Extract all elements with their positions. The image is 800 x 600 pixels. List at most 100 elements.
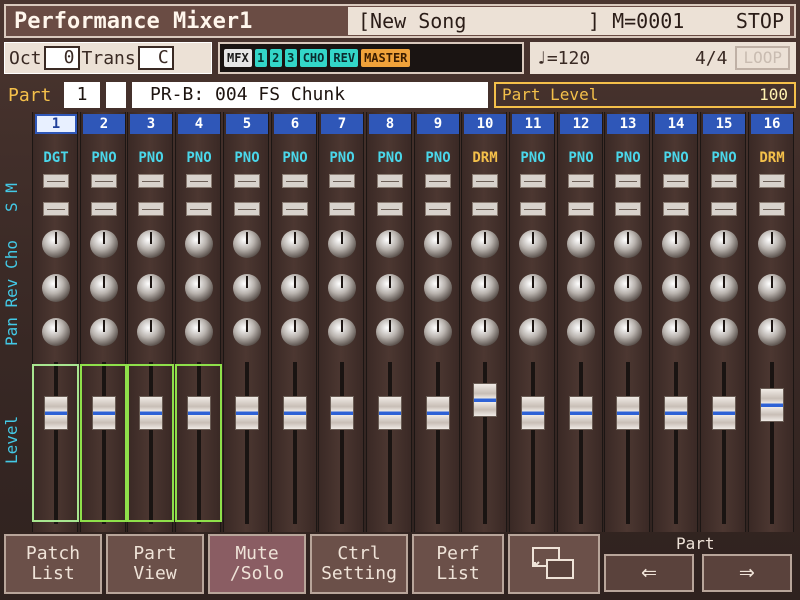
chorus-knob[interactable] <box>185 230 213 258</box>
channel-strip[interactable]: 8 PNO <box>366 112 412 532</box>
level-fader[interactable] <box>760 388 784 422</box>
mute-button[interactable] <box>186 202 212 216</box>
channel-number[interactable]: 6 <box>274 114 316 134</box>
pan-knob[interactable] <box>137 318 165 346</box>
reverb-knob[interactable] <box>137 274 165 302</box>
pan-knob[interactable] <box>710 318 738 346</box>
chorus-knob[interactable] <box>662 230 690 258</box>
channel-number[interactable]: 7 <box>321 114 363 134</box>
channel-number[interactable]: 8 <box>369 114 411 134</box>
perf-list-button[interactable]: Perf List <box>412 534 504 594</box>
fx-cho[interactable]: CHO <box>299 49 328 67</box>
pan-knob[interactable] <box>424 318 452 346</box>
window-toggle-button[interactable] <box>508 534 600 594</box>
reverb-knob[interactable] <box>758 274 786 302</box>
channel-strip[interactable]: 14 PNO <box>652 112 698 532</box>
solo-button[interactable] <box>43 174 69 188</box>
channel-number[interactable]: 11 <box>512 114 554 134</box>
channel-number[interactable]: 13 <box>607 114 649 134</box>
reverb-knob[interactable] <box>233 274 261 302</box>
chorus-knob[interactable] <box>471 230 499 258</box>
chorus-knob[interactable] <box>137 230 165 258</box>
solo-button[interactable] <box>759 174 785 188</box>
reverb-knob[interactable] <box>424 274 452 302</box>
fx-2[interactable]: 2 <box>269 49 282 67</box>
mute-button[interactable] <box>234 202 260 216</box>
solo-button[interactable] <box>186 174 212 188</box>
pan-knob[interactable] <box>42 318 70 346</box>
solo-button[interactable] <box>568 174 594 188</box>
solo-button[interactable] <box>520 174 546 188</box>
fx-master[interactable]: MASTER <box>361 49 411 67</box>
reverb-knob[interactable] <box>710 274 738 302</box>
channel-number[interactable]: 15 <box>703 114 745 134</box>
solo-button[interactable] <box>472 174 498 188</box>
channel-strip[interactable]: 13 PNO <box>604 112 650 532</box>
channel-strip[interactable]: 6 PNO <box>271 112 317 532</box>
reverb-knob[interactable] <box>567 274 595 302</box>
mute-button[interactable] <box>377 202 403 216</box>
chorus-knob[interactable] <box>519 230 547 258</box>
fx-1[interactable]: 1 <box>254 49 267 67</box>
channel-number[interactable]: 3 <box>130 114 172 134</box>
oct-value[interactable]: 0 <box>43 46 80 70</box>
channel-number[interactable]: 10 <box>464 114 506 134</box>
level-fader[interactable] <box>330 396 354 430</box>
loop-indicator[interactable]: LOOP <box>735 46 790 70</box>
ctrl-setting-button[interactable]: Ctrl Setting <box>310 534 408 594</box>
mute-solo-button[interactable]: Mute /Solo <box>208 534 306 594</box>
chorus-knob[interactable] <box>281 230 309 258</box>
chorus-knob[interactable] <box>424 230 452 258</box>
channel-number[interactable]: 4 <box>178 114 220 134</box>
mute-button[interactable] <box>282 202 308 216</box>
chorus-knob[interactable] <box>233 230 261 258</box>
pan-knob[interactable] <box>281 318 309 346</box>
reverb-knob[interactable] <box>614 274 642 302</box>
chorus-knob[interactable] <box>758 230 786 258</box>
level-fader[interactable] <box>235 396 259 430</box>
mute-button[interactable] <box>138 202 164 216</box>
effects-bar[interactable]: MFX 1 2 3 CHO REV MASTER <box>218 42 524 74</box>
pan-knob[interactable] <box>471 318 499 346</box>
pan-knob[interactable] <box>328 318 356 346</box>
solo-button[interactable] <box>234 174 260 188</box>
channel-strip[interactable]: 5 PNO <box>223 112 269 532</box>
part-number[interactable]: 1 <box>64 82 100 108</box>
chorus-knob[interactable] <box>567 230 595 258</box>
reverb-knob[interactable] <box>328 274 356 302</box>
mute-button[interactable] <box>425 202 451 216</box>
part-blank-field[interactable] <box>106 82 126 108</box>
channel-number[interactable]: 14 <box>655 114 697 134</box>
pan-knob[interactable] <box>662 318 690 346</box>
channel-number[interactable]: 2 <box>83 114 125 134</box>
channel-number[interactable]: 12 <box>560 114 602 134</box>
channel-number[interactable]: 9 <box>417 114 459 134</box>
chorus-knob[interactable] <box>376 230 404 258</box>
solo-button[interactable] <box>711 174 737 188</box>
mute-button[interactable] <box>91 202 117 216</box>
reverb-knob[interactable] <box>90 274 118 302</box>
next-part-button[interactable]: ⇒ <box>702 554 792 592</box>
reverb-knob[interactable] <box>281 274 309 302</box>
chorus-knob[interactable] <box>710 230 738 258</box>
mute-button[interactable] <box>329 202 355 216</box>
mute-button[interactable] <box>472 202 498 216</box>
mute-button[interactable] <box>711 202 737 216</box>
chorus-knob[interactable] <box>42 230 70 258</box>
chorus-knob[interactable] <box>614 230 642 258</box>
level-fader[interactable] <box>664 396 688 430</box>
pan-knob[interactable] <box>185 318 213 346</box>
chorus-knob[interactable] <box>90 230 118 258</box>
mute-button[interactable] <box>615 202 641 216</box>
level-fader[interactable] <box>283 396 307 430</box>
reverb-knob[interactable] <box>185 274 213 302</box>
solo-button[interactable] <box>615 174 641 188</box>
fx-rev[interactable]: REV <box>330 49 359 67</box>
level-fader[interactable] <box>616 396 640 430</box>
patch-list-button[interactable]: Patch List <box>4 534 102 594</box>
level-fader[interactable] <box>378 396 402 430</box>
channel-strip[interactable]: 12 PNO <box>557 112 603 532</box>
channel-strip[interactable]: 11 PNO <box>509 112 555 532</box>
level-fader[interactable] <box>473 383 497 417</box>
reverb-knob[interactable] <box>662 274 690 302</box>
